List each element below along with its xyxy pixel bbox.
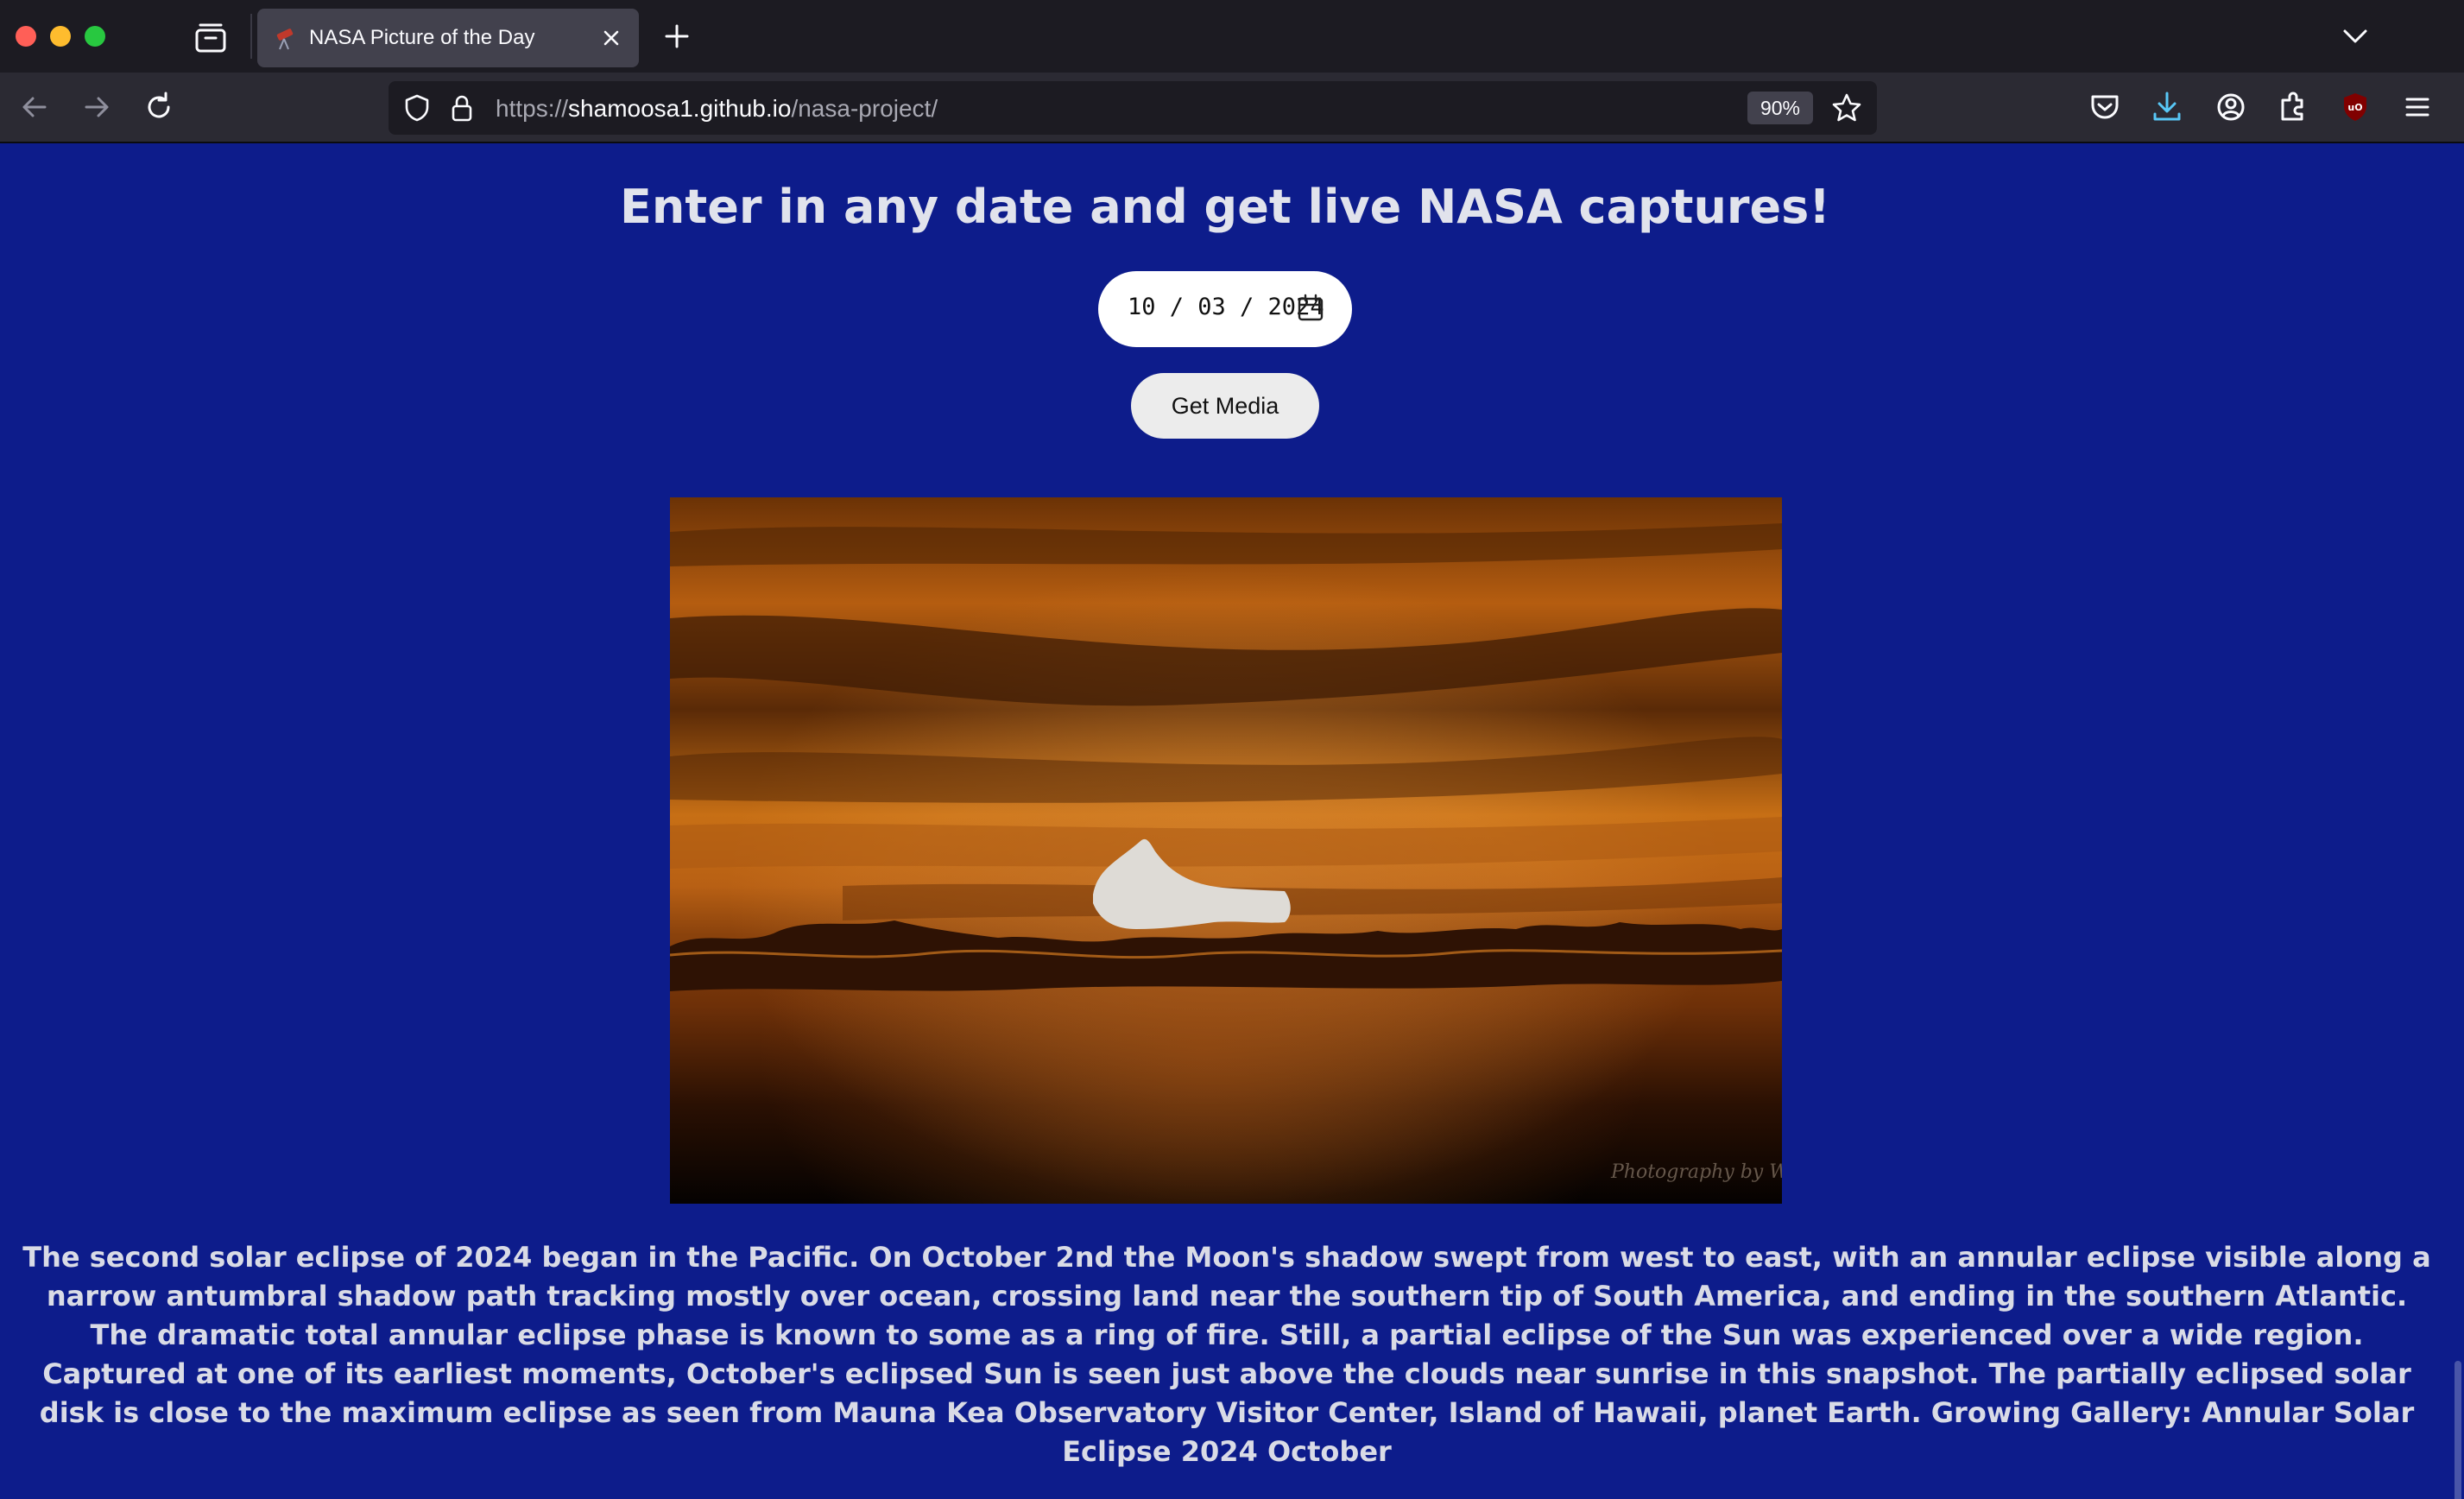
zoom-level-badge[interactable]: 90% bbox=[1747, 92, 1813, 124]
star-icon[interactable] bbox=[1830, 92, 1863, 124]
account-icon[interactable] bbox=[2212, 88, 2250, 126]
get-media-button[interactable]: Get Media bbox=[1131, 373, 1319, 439]
shield-icon[interactable] bbox=[402, 93, 432, 123]
navigation-toolbar: https://shamoosa1.github.io/nasa-project… bbox=[0, 73, 2464, 143]
svg-text:uO: uO bbox=[2347, 102, 2362, 113]
apod-eclipse-image: Photography by Wang Letian bbox=[670, 497, 1782, 1204]
page-heading: Enter in any date and get live NASA capt… bbox=[620, 180, 1830, 234]
date-input[interactable]: 10 / 03 / 2024 bbox=[1098, 271, 1352, 347]
url-path: /nasa-project/ bbox=[791, 95, 938, 122]
url-text[interactable]: https://shamoosa1.github.io/nasa-project… bbox=[496, 95, 938, 123]
image-watermark: Photography by Wang Letian bbox=[1610, 1161, 1782, 1183]
close-icon[interactable] bbox=[599, 26, 623, 50]
image-explanation: The second solar eclipse of 2024 began i… bbox=[22, 1241, 2431, 1468]
window-close-button[interactable] bbox=[16, 26, 36, 47]
address-bar[interactable]: https://shamoosa1.github.io/nasa-project… bbox=[389, 81, 1877, 135]
plus-icon[interactable] bbox=[661, 21, 692, 52]
chevron-down-icon[interactable] bbox=[2338, 21, 2372, 52]
extensions-icon[interactable] bbox=[2274, 88, 2312, 126]
page-content: Enter in any date and get live NASA capt… bbox=[0, 143, 2464, 1499]
forward-arrow-icon[interactable] bbox=[78, 88, 116, 126]
tab-nasa-picture-of-the-day[interactable]: NASA Picture of the Day bbox=[257, 9, 639, 67]
tab-title: NASA Picture of the Day bbox=[309, 26, 535, 49]
page-scrollbar[interactable] bbox=[2452, 143, 2464, 1499]
download-icon[interactable] bbox=[2148, 88, 2186, 126]
pocket-icon[interactable] bbox=[2086, 88, 2124, 126]
url-scheme: https:// bbox=[496, 95, 569, 122]
tab-overview-icon[interactable] bbox=[192, 21, 230, 54]
back-arrow-icon[interactable] bbox=[16, 88, 54, 126]
url-host: shamoosa1.github.io bbox=[568, 95, 792, 122]
reload-icon[interactable] bbox=[140, 88, 178, 126]
window-zoom-button[interactable] bbox=[85, 26, 105, 47]
telescope-favicon-icon bbox=[276, 28, 294, 50]
lock-icon[interactable] bbox=[449, 93, 475, 123]
scrollbar-thumb[interactable] bbox=[2455, 1361, 2461, 1499]
date-input-value[interactable]: 10 / 03 / 2024 bbox=[1128, 294, 1324, 320]
calendar-icon[interactable] bbox=[1297, 294, 1324, 323]
ublock-icon[interactable]: uO bbox=[2336, 88, 2374, 126]
hamburger-menu-icon[interactable] bbox=[2398, 88, 2436, 126]
window-minimize-button[interactable] bbox=[50, 26, 71, 47]
tab-separator bbox=[250, 14, 252, 59]
tab-strip: NASA Picture of the Day bbox=[0, 0, 2464, 73]
